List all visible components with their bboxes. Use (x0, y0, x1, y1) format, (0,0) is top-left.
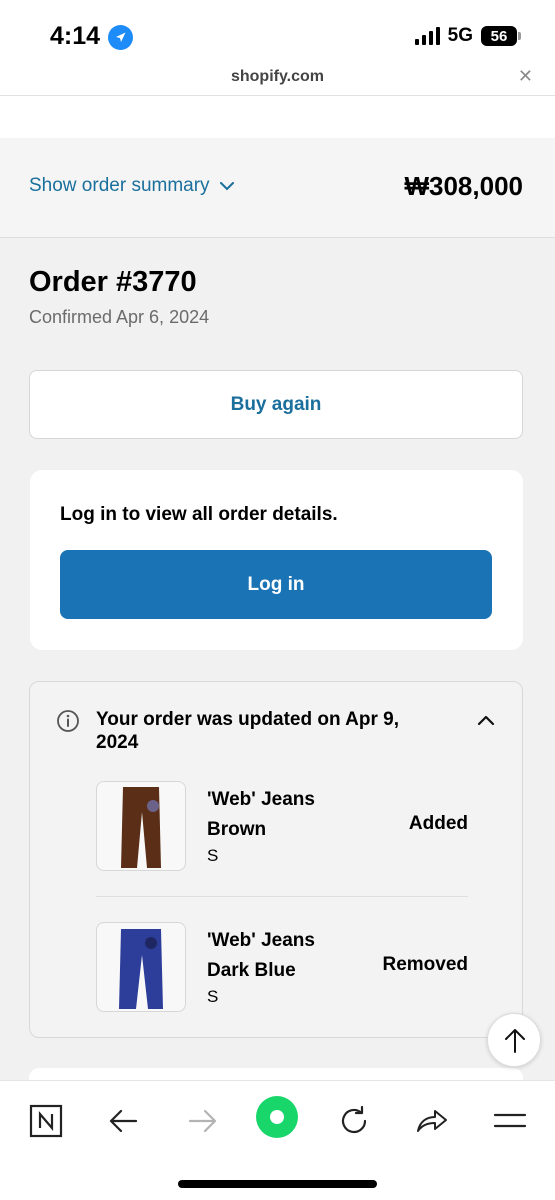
summary-toggle-label: Show order summary (29, 175, 210, 196)
menu-button[interactable] (488, 1099, 532, 1143)
list-item: 'Web' Jeans Dark Blue S Removed (96, 922, 468, 1012)
location-arrow-icon (108, 25, 133, 50)
green-dot-icon (256, 1096, 298, 1138)
battery-icon: 56 (481, 26, 521, 46)
status-badge: Added (408, 813, 468, 834)
product-image (96, 922, 186, 1012)
divider (96, 896, 468, 897)
page-title: Order #3770 (29, 266, 197, 298)
back-button[interactable] (102, 1099, 146, 1143)
status-indicators: 5G 56 (414, 25, 521, 47)
battery-level: 56 (490, 27, 508, 45)
share-button[interactable] (410, 1099, 454, 1143)
product-variant: S (207, 846, 219, 865)
status-badge: Removed (382, 954, 468, 975)
url-text[interactable]: shopify.com (0, 68, 555, 86)
home-button[interactable] (255, 1095, 299, 1139)
product-name: 'Web' Jeans Dark Blue (207, 930, 315, 981)
order-confirmed-date: Confirmed Apr 6, 2024 (29, 307, 210, 327)
notion-app-button[interactable] (24, 1099, 68, 1143)
home-indicator (178, 1180, 377, 1188)
reload-button[interactable] (332, 1099, 376, 1143)
arrow-right-icon (188, 1109, 217, 1133)
hamburger-menu-icon (493, 1113, 527, 1128)
product-variant: S (207, 987, 219, 1006)
scroll-to-top-button[interactable] (487, 1013, 541, 1067)
buy-again-button[interactable]: Buy again (29, 370, 523, 439)
login-message: Log in to view all order details. (60, 504, 338, 525)
arrow-left-icon (109, 1109, 138, 1133)
status-bar: 4:14 5G 56 (0, 0, 555, 62)
product-image (96, 781, 186, 871)
close-icon[interactable]: ✕ (518, 66, 533, 87)
reload-icon (341, 1105, 367, 1134)
chevron-up-icon[interactable] (476, 710, 496, 730)
notion-icon (29, 1104, 63, 1138)
order-summary-bar[interactable]: Show order summary ₩308,000 (0, 138, 555, 238)
log-in-button[interactable]: Log in (60, 550, 492, 619)
cellular-signal-icon (414, 27, 440, 45)
order-total: ₩308,000 (404, 171, 523, 201)
info-icon (57, 710, 79, 732)
jeans-brown-shape (121, 787, 161, 868)
forward-button[interactable] (180, 1099, 224, 1143)
share-arrow-icon (417, 1110, 447, 1132)
show-order-summary-toggle[interactable]: Show order summary (29, 175, 234, 197)
store-header (0, 96, 555, 138)
login-card: Log in to view all order details. Log in (30, 470, 523, 650)
list-item: 'Web' Jeans Brown S Added (96, 781, 468, 871)
browser-url-bar[interactable]: shopify.com ✕ (0, 62, 555, 96)
order-update-card: Your order was updated on Apr 9, 2024 'W… (29, 681, 523, 1038)
chevron-down-icon (219, 181, 234, 190)
order-update-title: Your order was updated on Apr 9, 2024 (96, 709, 399, 753)
status-time: 4:14 (50, 22, 101, 50)
product-name: 'Web' Jeans Brown (207, 789, 315, 840)
arrow-up-icon (505, 1029, 525, 1053)
network-type: 5G (447, 25, 473, 46)
